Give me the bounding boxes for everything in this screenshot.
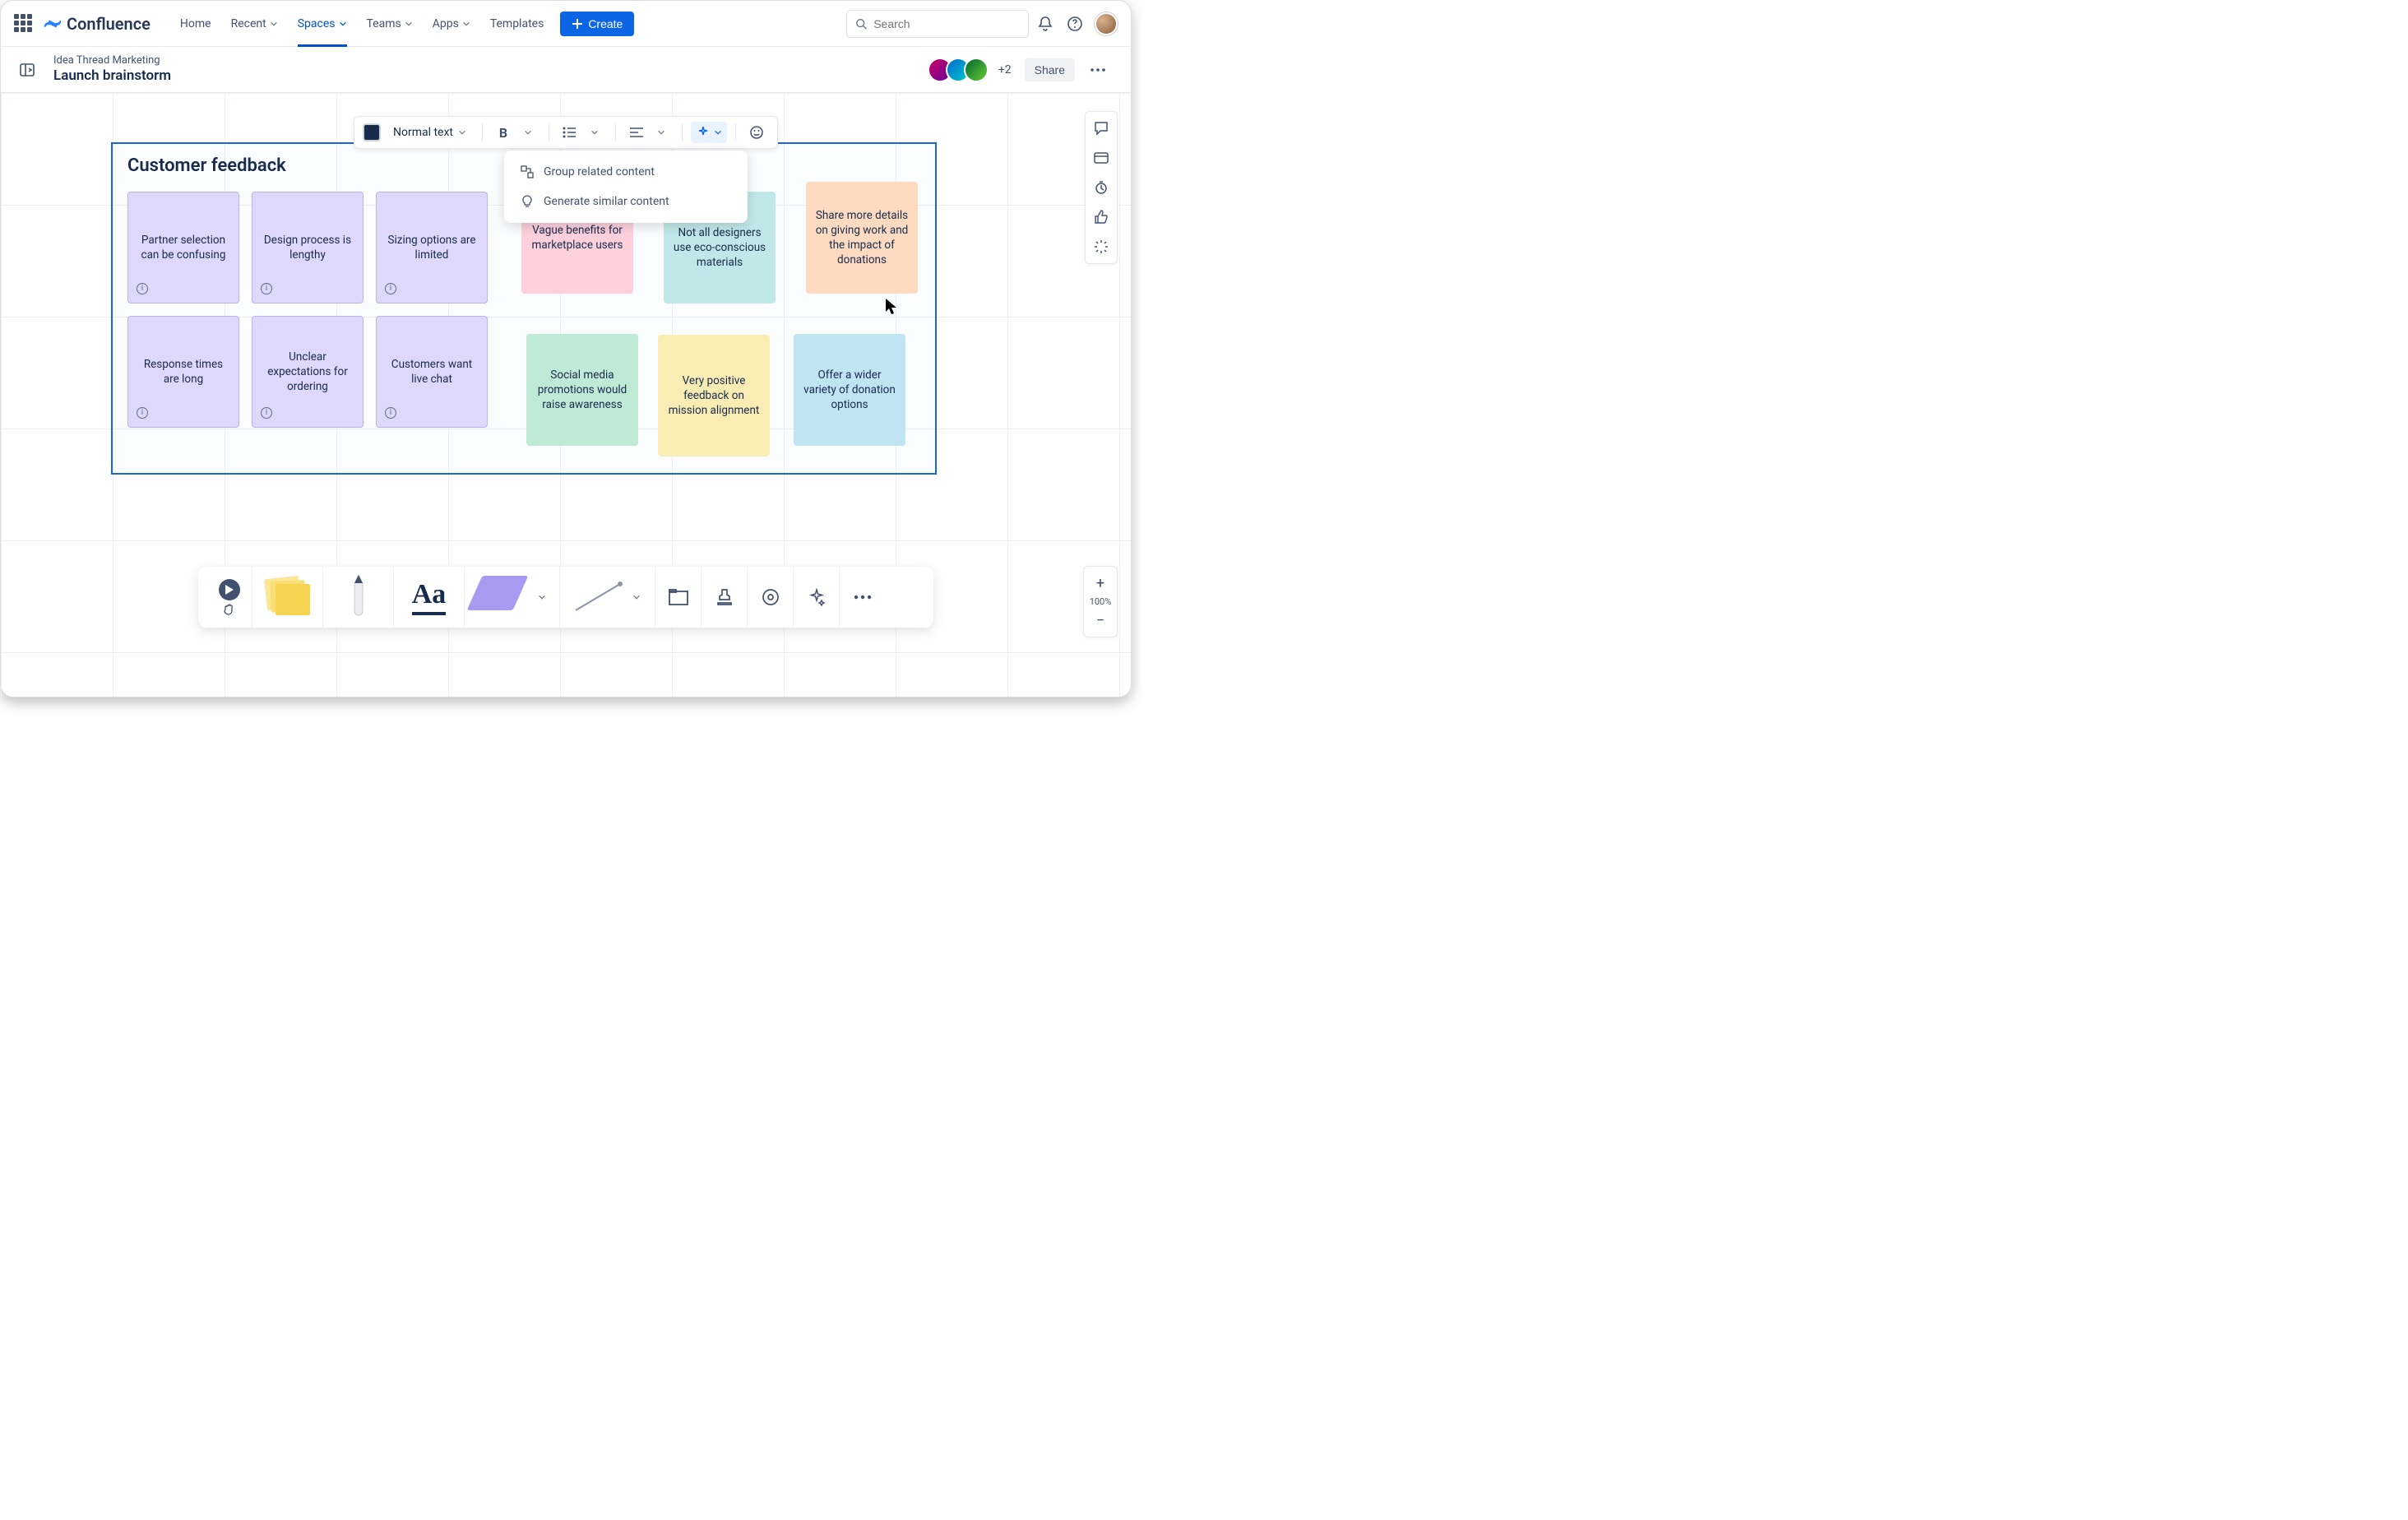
sticky-note[interactable]: Customers want live chati: [376, 316, 488, 428]
bold-button[interactable]: B: [491, 125, 516, 141]
text-tool[interactable]: Aa: [394, 567, 465, 628]
link-tool[interactable]: [748, 567, 794, 628]
pen-tool[interactable]: [323, 567, 394, 628]
chevron-down-icon: [714, 128, 722, 137]
more-tools[interactable]: [840, 567, 886, 628]
pointer-tool[interactable]: [206, 567, 252, 628]
sticky-note[interactable]: Unclear expectations for orderingi: [252, 316, 364, 428]
whiteboard-toolbar: Aa: [198, 567, 933, 628]
play-icon: [219, 579, 240, 600]
confluence-icon: [44, 15, 62, 33]
page-title: Launch brainstorm: [53, 67, 171, 85]
ai-group-content[interactable]: Group related content: [504, 157, 748, 187]
more-menu-icon[interactable]: [1085, 57, 1111, 83]
zoom-control: + 100% −: [1083, 566, 1118, 637]
chevron-down-icon: [270, 20, 278, 28]
zoom-in-button[interactable]: +: [1084, 572, 1117, 595]
sticky-note[interactable]: Share more details on giving work and th…: [806, 182, 918, 294]
sticky-note[interactable]: Sizing options are limitedi: [376, 192, 488, 304]
section-title: Customer feedback: [127, 155, 286, 176]
avatar[interactable]: [964, 58, 989, 82]
effects-icon[interactable]: [1090, 235, 1113, 258]
info-icon[interactable]: i: [137, 283, 148, 294]
help-icon[interactable]: [1062, 11, 1088, 37]
list-button[interactable]: [558, 127, 582, 138]
nav-home[interactable]: Home: [170, 1, 221, 47]
ai-button[interactable]: [691, 122, 727, 143]
align-button[interactable]: [624, 127, 649, 137]
sticky-note[interactable]: Response times are longi: [127, 316, 239, 428]
nav-spaces[interactable]: Spaces: [288, 1, 357, 47]
collaborator-overflow[interactable]: +2: [998, 63, 1012, 76]
info-icon[interactable]: i: [261, 283, 272, 294]
ai-menu-popup: Group related content Generate similar c…: [504, 151, 748, 223]
search-input[interactable]: [873, 17, 1020, 30]
stamp-tool[interactable]: [702, 567, 748, 628]
profile-avatar[interactable]: [1095, 12, 1118, 35]
info-icon[interactable]: i: [385, 283, 396, 294]
collaborator-avatars[interactable]: [934, 58, 989, 82]
zoom-value: 100%: [1090, 595, 1112, 609]
line-tool[interactable]: [560, 567, 655, 628]
share-button[interactable]: Share: [1025, 58, 1075, 81]
chevron-down-icon: [458, 128, 466, 137]
collapse-sidebar-icon[interactable]: [19, 62, 39, 81]
comments-icon[interactable]: [1090, 117, 1113, 140]
nav-apps[interactable]: Apps: [423, 1, 480, 47]
search-bar[interactable]: [846, 10, 1029, 38]
sticky-note[interactable]: Social media promotions would raise awar…: [526, 334, 638, 446]
ai-tool[interactable]: [794, 567, 840, 628]
bold-more-chevron[interactable]: [516, 128, 540, 137]
shape-tool[interactable]: [465, 567, 560, 628]
group-icon: [521, 165, 534, 178]
sticky-note[interactable]: Offer a wider variety of donation option…: [794, 334, 905, 446]
chevron-down-icon: [405, 20, 413, 28]
info-icon[interactable]: i: [261, 407, 272, 419]
sticky-note[interactable]: Design process is lengthyi: [252, 192, 364, 304]
right-rail: [1085, 111, 1118, 264]
ai-generate-content[interactable]: Generate similar content: [504, 187, 748, 216]
chevron-down-icon[interactable]: [534, 593, 550, 601]
card-view-icon[interactable]: [1090, 146, 1113, 169]
zoom-out-button[interactable]: −: [1084, 609, 1117, 632]
hand-icon: [223, 604, 236, 615]
lightbulb-icon: [521, 195, 534, 208]
app-switcher-icon[interactable]: [14, 14, 34, 34]
chevron-down-icon: [339, 20, 347, 28]
align-chevron[interactable]: [649, 128, 674, 137]
space-breadcrumb[interactable]: Idea Thread Marketing: [53, 54, 171, 67]
search-icon: [855, 17, 867, 30]
frame-tool[interactable]: [655, 567, 702, 628]
nav-teams[interactable]: Teams: [357, 1, 423, 47]
notifications-icon[interactable]: [1032, 11, 1058, 37]
text-color-swatch[interactable]: [363, 123, 381, 141]
timer-icon[interactable]: [1090, 176, 1113, 199]
info-icon[interactable]: i: [137, 407, 148, 419]
emoji-button[interactable]: [744, 125, 769, 140]
page-header: Idea Thread Marketing Launch brainstorm …: [1, 47, 1131, 93]
nav-recent[interactable]: Recent: [221, 1, 288, 47]
whiteboard-canvas[interactable]: Normal text B Group related content: [1, 93, 1131, 697]
sticky-note[interactable]: Very positive feedback on mission alignm…: [658, 335, 770, 456]
product-logo[interactable]: Confluence: [44, 14, 150, 34]
plus-icon: [572, 18, 583, 30]
sticky-note-tool[interactable]: [252, 567, 323, 628]
sticky-note[interactable]: Partner selection can be confusingi: [127, 192, 239, 304]
chevron-down-icon: [462, 20, 470, 28]
cursor-icon: [886, 299, 899, 315]
ai-sparkle-icon: [696, 125, 711, 140]
text-style-dropdown[interactable]: Normal text: [386, 122, 474, 143]
nav-links: Home Recent Spaces Teams Apps Templates …: [170, 1, 634, 47]
create-button[interactable]: Create: [560, 12, 634, 36]
info-icon[interactable]: i: [385, 407, 396, 419]
nav-templates[interactable]: Templates: [480, 1, 554, 47]
global-nav: Confluence Home Recent Spaces Teams Apps…: [1, 1, 1131, 47]
product-name: Confluence: [67, 14, 150, 34]
thumbs-up-icon[interactable]: [1090, 206, 1113, 229]
list-chevron[interactable]: [582, 128, 607, 137]
inline-format-toolbar: Normal text B: [354, 116, 778, 149]
chevron-down-icon[interactable]: [628, 593, 645, 601]
